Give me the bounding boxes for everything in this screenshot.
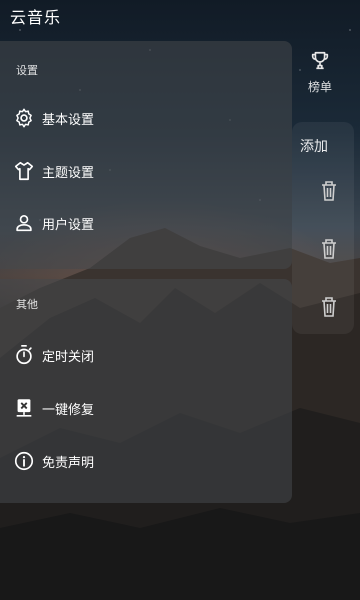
delete-icon[interactable] — [320, 238, 338, 260]
menu-item-sleep-timer[interactable]: 定时关闭 — [0, 335, 292, 375]
menu-item-theme-settings[interactable]: 主题设置 — [0, 151, 292, 191]
trophy-icon — [311, 51, 329, 70]
menu-item-label: 一键修复 — [42, 402, 95, 418]
menu-item-user-settings[interactable]: 用户设置 — [0, 203, 292, 243]
rank-tab[interactable]: 榜单 — [298, 50, 342, 95]
playlist-card: 添加 — [292, 122, 354, 334]
delete-icon[interactable] — [320, 296, 338, 318]
menu-item-label: 基本设置 — [42, 112, 95, 128]
settings-section: 设置 基本设置 主题设置 用户设置 — [0, 41, 292, 269]
section-title-other: 其他 — [16, 298, 38, 311]
menu-item-disclaimer[interactable]: 免责声明 — [0, 441, 292, 481]
shirt-icon — [12, 159, 36, 183]
rank-label: 榜单 — [307, 80, 332, 94]
app-title: 云音乐 — [10, 8, 62, 27]
menu-item-label: 主题设置 — [42, 165, 95, 181]
menu-item-basic-settings[interactable]: 基本设置 — [0, 98, 292, 138]
menu-item-one-click-repair[interactable]: 一键修复 — [0, 388, 292, 428]
timer-icon — [12, 343, 36, 367]
menu-item-label: 用户设置 — [42, 217, 95, 233]
other-section: 其他 定时关闭 一键修复 免责声明 — [0, 279, 292, 503]
delete-icon[interactable] — [320, 180, 338, 202]
gear-icon — [12, 106, 36, 130]
repair-icon — [12, 396, 36, 420]
section-title-settings: 设置 — [16, 64, 38, 77]
add-button[interactable]: 添加 — [300, 136, 328, 156]
info-icon — [12, 449, 36, 473]
menu-item-label: 定时关闭 — [42, 349, 95, 365]
user-icon — [12, 211, 36, 235]
menu-item-label: 免责声明 — [42, 455, 95, 471]
